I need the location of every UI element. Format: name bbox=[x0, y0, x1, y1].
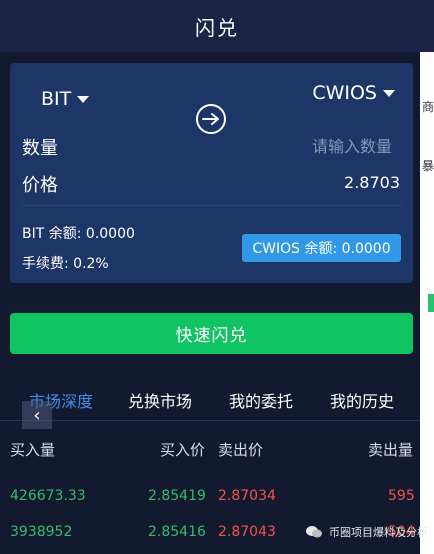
back-button[interactable]: ‹ bbox=[22, 401, 52, 429]
strip-text-1: 商 bbox=[422, 100, 434, 114]
quick-swap-button[interactable]: 快速闪兑 bbox=[10, 313, 413, 354]
buy-amount-cell: 426673.33 bbox=[10, 488, 86, 504]
to-balance-button[interactable]: CWIOS 余额: 0.0000 bbox=[242, 234, 401, 262]
sell-price-cell: 2.87043 bbox=[218, 524, 276, 540]
tab-divider bbox=[0, 420, 420, 421]
from-token-selector[interactable]: BIT bbox=[41, 88, 90, 110]
token-pair-row: BIT CWIOS bbox=[10, 63, 413, 143]
quantity-label: 数量 bbox=[22, 138, 58, 159]
buy-price-cell: 2.85416 bbox=[148, 524, 206, 540]
quantity-input[interactable] bbox=[232, 132, 392, 160]
strip-text-2: 暴 bbox=[422, 159, 434, 173]
sell-amount-cell: 595 bbox=[388, 488, 415, 504]
fee-text: 手续费: 0.2% bbox=[22, 256, 109, 272]
col-header-sell-price: 卖出价 bbox=[218, 441, 264, 459]
from-token-name: BIT bbox=[41, 88, 72, 110]
price-value: 2.8703 bbox=[344, 173, 400, 192]
price-label: 价格 bbox=[22, 175, 58, 196]
chevron-left-icon: ‹ bbox=[33, 404, 41, 426]
strip-green-mark bbox=[428, 294, 434, 312]
tab-my-orders[interactable]: 我的委托 bbox=[229, 388, 293, 412]
swap-direction-button[interactable] bbox=[196, 104, 226, 134]
wechat-icon bbox=[306, 526, 322, 538]
col-header-sell-amount: 卖出量 bbox=[368, 441, 414, 459]
from-balance: BIT 余额: 0.0000 bbox=[22, 226, 135, 242]
caret-down-icon bbox=[383, 89, 395, 97]
tab-exchange-market[interactable]: 兑换市场 bbox=[128, 388, 192, 412]
buy-amount-cell: 3938952 bbox=[10, 524, 73, 540]
swap-card: BIT CWIOS 数量 价格 2.8703 BIT 余额: 0.0000 手续… bbox=[10, 63, 413, 283]
col-header-buy-price: 买入价 bbox=[160, 441, 206, 459]
caret-down-icon bbox=[77, 95, 90, 103]
app-header: 闪兑 bbox=[0, 0, 434, 52]
to-token-name: CWIOS bbox=[312, 82, 377, 104]
card-divider bbox=[22, 205, 402, 206]
page-title: 闪兑 bbox=[195, 15, 239, 40]
watermark-text: 币圈项目爆料及分析 bbox=[329, 526, 428, 539]
tab-my-history[interactable]: 我的历史 bbox=[330, 388, 394, 412]
col-header-buy-amount: 买入量 bbox=[10, 441, 56, 459]
watermark: 币圈项目爆料及分析 bbox=[305, 524, 428, 540]
to-token-selector[interactable]: CWIOS bbox=[312, 82, 395, 104]
tab-bar: 市场深度 兑换市场 我的委托 我的历史 bbox=[0, 388, 420, 416]
sell-price-cell: 2.87034 bbox=[218, 488, 276, 504]
quantity-row: 数量 bbox=[22, 132, 402, 160]
buy-price-cell: 2.85419 bbox=[148, 488, 206, 504]
arrow-right-icon bbox=[202, 113, 219, 125]
price-row: 价格 2.8703 bbox=[22, 169, 402, 197]
adjacent-window-strip: 商 暴 bbox=[420, 52, 434, 554]
